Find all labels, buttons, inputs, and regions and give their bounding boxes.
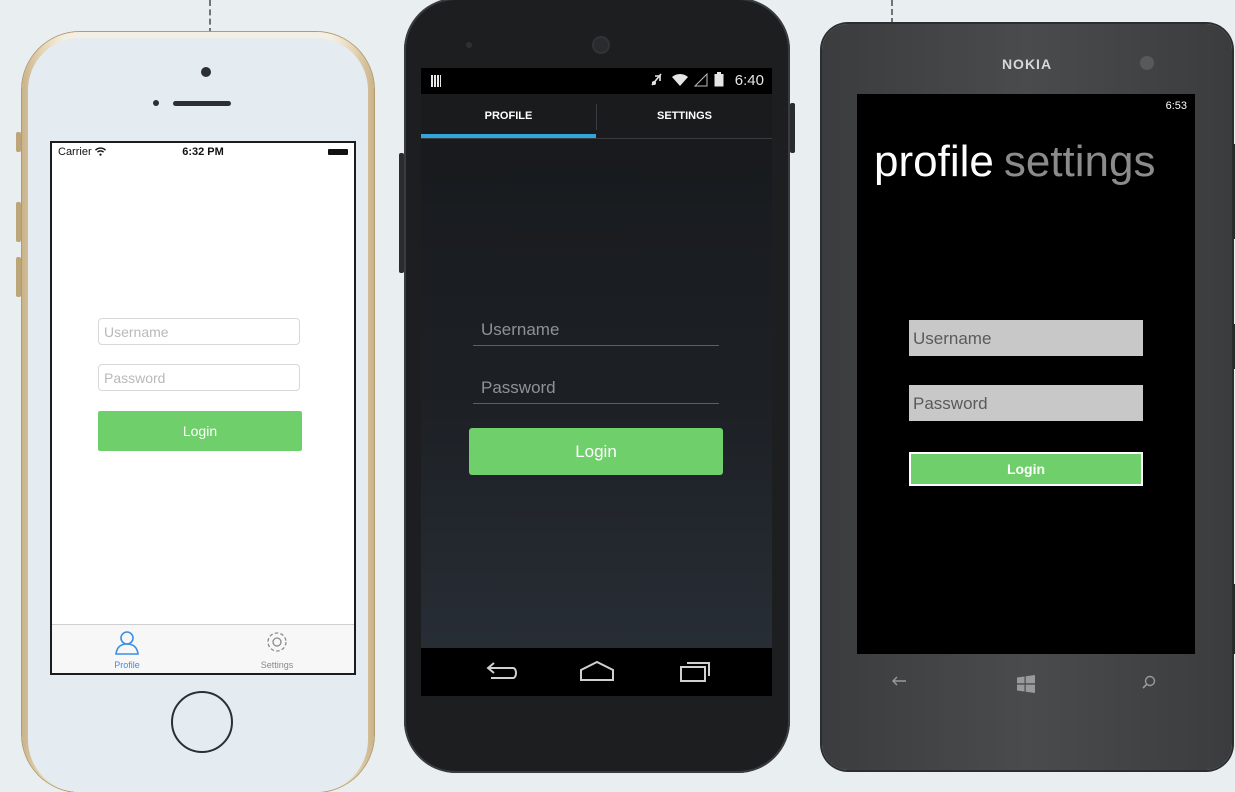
windows-phone-screen: 6:53 profile settings Username Password L… xyxy=(857,94,1195,654)
volume-up-button xyxy=(16,202,21,242)
home-icon xyxy=(580,660,614,681)
home-button[interactable] xyxy=(577,656,617,688)
pivot-settings[interactable]: settings xyxy=(1004,137,1156,186)
android-device: 6:40 PROFILE SETTINGS Username Password … xyxy=(399,0,795,773)
ios-tab-bar: Profile Settings xyxy=(52,624,354,673)
person-icon xyxy=(115,631,139,655)
volume-rocker xyxy=(399,153,404,273)
volume-down-button xyxy=(16,257,21,297)
front-camera xyxy=(594,38,608,52)
mute-icon xyxy=(651,73,662,86)
android-screen: 6:40 PROFILE SETTINGS Username Password … xyxy=(421,68,772,696)
battery-icon xyxy=(328,149,348,155)
username-input[interactable]: Username xyxy=(909,320,1143,356)
front-camera xyxy=(1140,56,1154,70)
ios-screen: Carrier 6:32 PM Username Password Login xyxy=(50,141,356,675)
password-input[interactable]: Password xyxy=(473,374,719,404)
login-button[interactable]: Login xyxy=(98,411,302,451)
notification-icon xyxy=(431,75,441,87)
signal-icon xyxy=(694,72,708,87)
tab-profile-label: Profile xyxy=(114,660,140,670)
battery-icon xyxy=(714,72,724,87)
home-button[interactable] xyxy=(171,691,233,753)
back-button[interactable] xyxy=(879,674,919,698)
active-tab-indicator xyxy=(421,134,596,138)
back-button[interactable] xyxy=(479,656,519,688)
power-button xyxy=(790,103,795,153)
pivot-header: profile settings xyxy=(874,140,1155,184)
username-input[interactable]: Username xyxy=(98,318,300,345)
tab-settings-label: Settings xyxy=(260,660,294,670)
windows-icon xyxy=(1017,675,1035,693)
gear-icon xyxy=(267,632,287,652)
ios-status-bar: Carrier 6:32 PM xyxy=(52,143,354,161)
connector-line xyxy=(209,0,211,34)
login-button[interactable]: Login xyxy=(469,428,723,475)
proximity-sensor xyxy=(153,100,159,106)
back-icon xyxy=(486,662,517,679)
iphone-body: Carrier 6:32 PM Username Password Login xyxy=(28,38,368,792)
brand-logo: NOKIA xyxy=(1001,56,1053,72)
tab-settings[interactable]: SETTINGS xyxy=(597,94,772,138)
android-status-bar: 6:40 xyxy=(421,68,772,94)
tab-settings[interactable]: Settings xyxy=(202,625,352,673)
recents-icon xyxy=(680,662,710,682)
tab-profile[interactable]: PROFILE xyxy=(421,94,596,138)
earpiece-speaker xyxy=(173,101,231,106)
password-input[interactable]: Password xyxy=(98,364,300,391)
iphone-device: Carrier 6:32 PM Username Password Login xyxy=(16,32,374,792)
mute-switch xyxy=(16,132,21,152)
login-button[interactable]: Login xyxy=(909,452,1143,486)
pivot-profile[interactable]: profile xyxy=(874,137,994,186)
recents-button[interactable] xyxy=(675,656,715,688)
password-input[interactable]: Password xyxy=(909,385,1143,421)
front-camera xyxy=(201,67,211,77)
wifi-icon xyxy=(671,73,688,86)
tab-divider xyxy=(596,104,597,130)
proximity-sensor xyxy=(466,42,472,48)
status-time: 6:40 xyxy=(734,72,764,89)
connector-line xyxy=(891,0,893,24)
username-input[interactable]: Username xyxy=(473,316,719,346)
back-arrow-icon xyxy=(892,676,906,686)
search-button[interactable] xyxy=(1129,674,1169,698)
windows-phone-device: NOKIA 6:53 profile settings Username Pass… xyxy=(822,24,1235,770)
android-nav-bar xyxy=(421,648,772,696)
status-icons xyxy=(649,72,724,88)
tab-profile[interactable]: Profile xyxy=(52,625,202,673)
search-icon xyxy=(1142,675,1156,689)
start-button[interactable] xyxy=(1006,674,1046,698)
status-time: 6:53 xyxy=(1165,100,1187,112)
status-time: 6:32 PM xyxy=(182,146,224,158)
